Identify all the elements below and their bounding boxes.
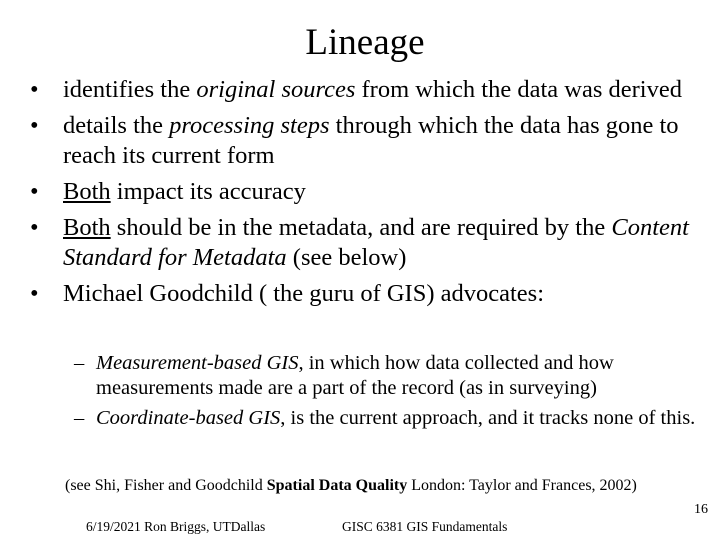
text-run-normal: identifies the [63,76,197,103]
slide-title: Lineage [305,22,425,63]
text-run-underline: Both [63,214,111,241]
bullet-icon: • [30,280,39,307]
bullet-icon: • [30,76,39,103]
dash-icon: – [74,407,85,429]
text-run-italic: processing steps [169,112,330,139]
sub-bullet-item: – Measurement-based GIS, in which how dat… [62,351,712,401]
text-run-italic: Measurement-based GIS [96,352,299,374]
reference-citation: (see Shi, Fisher and Goodchild Spatial D… [65,476,637,496]
sub-bullet-item: – Coordinate-based GIS, is the current ap… [62,406,712,431]
page-number: 16 [694,502,708,517]
bullet-text-2: Both impact its accuracy [63,178,306,205]
dash-icon: – [74,352,85,374]
bullet-text-1: details the processing steps through whi… [63,112,679,169]
sub-bullet-text-0: Measurement-based GIS, in which how data… [96,352,614,399]
bullet-icon: • [30,214,39,241]
reference-prefix: (see Shi, Fisher and Goodchild [65,477,267,494]
bullet-text-0: identifies the original sources from whi… [63,76,682,103]
text-run-italic: original sources [196,76,356,103]
text-run-normal: impact its accuracy [110,178,306,205]
bullet-item: • details the processing steps through wh… [30,111,710,171]
bullet-item: • Michael Goodchild ( the guru of GIS) ad… [30,279,710,309]
text-run-italic: Coordinate-based GIS [96,407,281,429]
bullet-text-4: Michael Goodchild ( the guru of GIS) adv… [63,280,544,307]
reference-suffix: London: Taylor and Frances, 2002) [407,477,637,494]
sub-bullet-text-1: Coordinate-based GIS, is the current app… [96,407,695,429]
text-run-normal: (see below) [286,244,407,271]
text-run-underline: Both [63,178,111,205]
text-run-normal: should be in the metadata, and are requi… [110,214,612,241]
sub-bullet-list: – Measurement-based GIS, in which how dat… [62,351,712,436]
bullet-item: • identifies the original sources from wh… [30,75,710,105]
text-run-normal: from which the data was derived [355,76,682,103]
bullet-icon: • [30,112,39,139]
bullet-text-3: Both should be in the metadata, and are … [63,214,689,271]
footer-date-author: 6/19/2021 Ron Briggs, UTDallas [86,519,266,534]
bullet-icon: • [30,178,39,205]
reference-book-title: Spatial Data Quality [266,477,408,494]
bullet-item: • Both impact its accuracy [30,177,710,207]
bullet-item: • Both should be in the metadata, and are… [30,213,710,273]
text-run-normal: , is the current approach, and it tracks… [280,407,696,429]
text-run-normal: details the [63,112,170,139]
footer-course: GISC 6381 GIS Fundamentals [342,519,508,534]
text-run-normal: Michael Goodchild ( the guru of GIS) adv… [63,280,545,307]
bullet-list: • identifies the original sources from wh… [30,75,710,315]
